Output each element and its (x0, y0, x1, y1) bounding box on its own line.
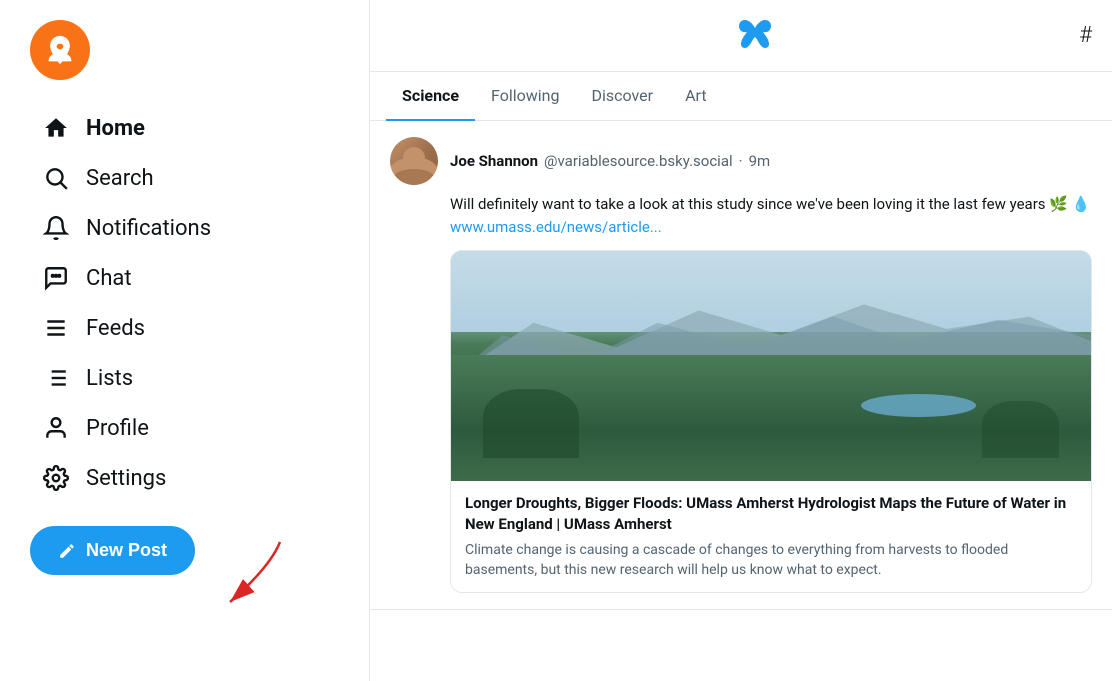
sidebar-item-label-notifications: Notifications (86, 216, 211, 241)
post-meta: Joe Shannon @variablesource.bsky.social … (450, 137, 770, 185)
post-image-title: Longer Droughts, Bigger Floods: UMass Am… (465, 493, 1077, 535)
post-image-card[interactable]: Longer Droughts, Bigger Floods: UMass Am… (450, 250, 1092, 593)
post-handle: @variablesource.bsky.social (544, 152, 733, 170)
sidebar-item-settings[interactable]: Settings (30, 454, 339, 502)
search-icon (42, 164, 70, 192)
sidebar-item-notifications[interactable]: Notifications (30, 204, 339, 252)
new-post-button[interactable]: New Post (30, 526, 195, 575)
avatar (390, 137, 438, 185)
sidebar-item-search[interactable]: Search (30, 154, 339, 202)
post-image-description: Climate change is causing a cascade of c… (465, 541, 1077, 580)
home-icon (42, 114, 70, 142)
post-image-caption: Longer Droughts, Bigger Floods: UMass Am… (451, 481, 1091, 592)
profile-icon (42, 414, 70, 442)
tab-following[interactable]: Following (475, 72, 575, 121)
new-post-label: New Post (86, 540, 167, 561)
notifications-icon (42, 214, 70, 242)
tab-art[interactable]: Art (669, 72, 722, 121)
tabs-bar: Science Following Discover Art (370, 72, 1112, 121)
edit-icon (58, 542, 76, 560)
feed: Joe Shannon @variablesource.bsky.social … (370, 121, 1112, 681)
chat-icon (42, 264, 70, 292)
sidebar-item-label-chat: Chat (86, 266, 132, 291)
sidebar: Home Search Notifications (0, 0, 370, 681)
sidebar-item-chat[interactable]: Chat (30, 254, 339, 302)
pin-icon (43, 33, 77, 67)
post-author-line: Joe Shannon @variablesource.bsky.social … (450, 152, 770, 170)
sidebar-item-lists[interactable]: Lists (30, 354, 339, 402)
settings-icon (42, 464, 70, 492)
feeds-icon (42, 314, 70, 342)
top-bar: # (370, 0, 1112, 72)
hash-icon[interactable]: # (1079, 23, 1092, 48)
sidebar-item-label-home: Home (86, 116, 145, 141)
post-timestamp: 9m (749, 152, 771, 170)
post-image (451, 251, 1091, 481)
post-item: Joe Shannon @variablesource.bsky.social … (370, 121, 1112, 610)
sidebar-item-label-profile: Profile (86, 416, 149, 441)
app-logo[interactable] (30, 20, 90, 80)
tab-science[interactable]: Science (386, 72, 475, 121)
tab-discover[interactable]: Discover (575, 72, 669, 121)
nav-list: Home Search Notifications (30, 104, 339, 502)
sidebar-item-home[interactable]: Home (30, 104, 339, 152)
post-text: Will definitely want to take a look at t… (450, 193, 1092, 238)
lists-icon (42, 364, 70, 392)
sidebar-item-label-feeds: Feeds (86, 316, 145, 341)
bluesky-logo (737, 14, 773, 57)
sidebar-item-label-settings: Settings (86, 466, 166, 491)
sidebar-item-label-search: Search (86, 166, 154, 191)
sidebar-item-profile[interactable]: Profile (30, 404, 339, 452)
main-content: # Science Following Discover Art (370, 0, 1112, 681)
post-link[interactable]: www.umass.edu/news/article... (450, 218, 662, 236)
logo-container (30, 20, 339, 80)
sidebar-item-label-lists: Lists (86, 366, 133, 391)
post-author-name: Joe Shannon (450, 152, 538, 170)
post-header: Joe Shannon @variablesource.bsky.social … (390, 137, 1092, 185)
sidebar-item-feeds[interactable]: Feeds (30, 304, 339, 352)
arrow-annotation (190, 537, 310, 621)
post-time: · (739, 152, 743, 170)
